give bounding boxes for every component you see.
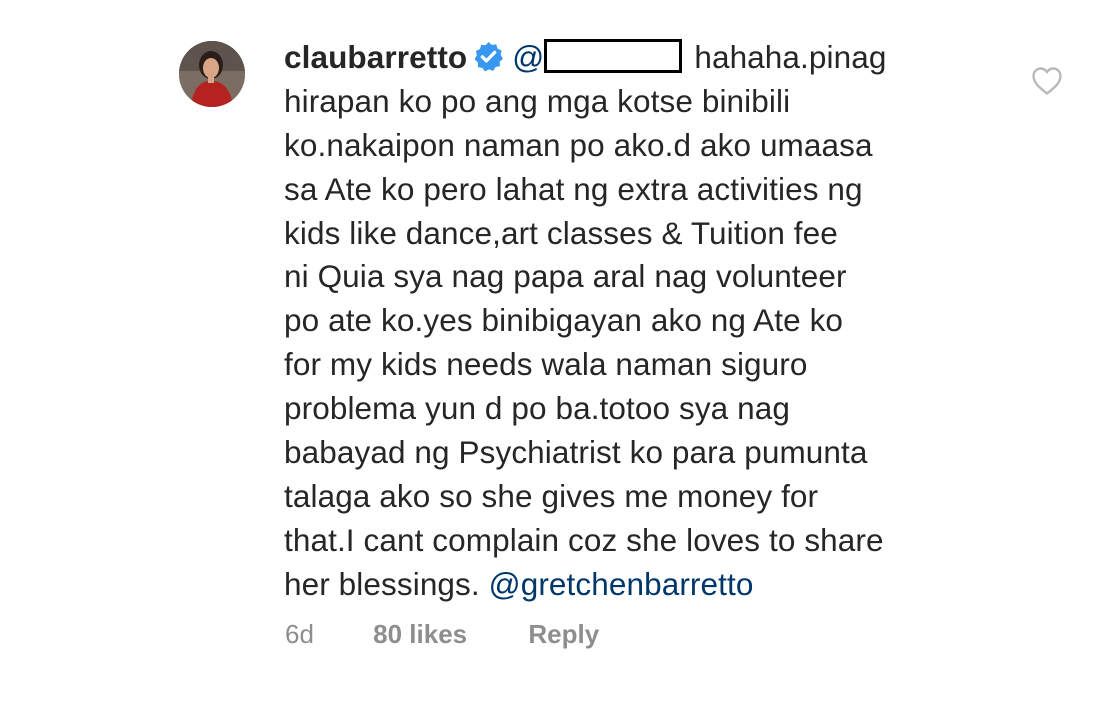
comment-text-line: po ate ko.yes binibigayan ako ng Ate ko <box>284 302 844 339</box>
mention-prefix: @ <box>512 39 545 75</box>
comment-first-line: claubarretto @ hahaha.pinag <box>284 36 1004 80</box>
comment-text-line: babayad ng Psychiatrist ko para pumunta <box>284 434 868 471</box>
redacted-username-box <box>544 39 683 73</box>
comment-text-line: ni Quia sya nag papa aral nag volunteer <box>284 258 847 295</box>
verified-badge-icon <box>474 42 504 72</box>
comment-body: claubarretto @ hahaha.pinag hirapan ko po… <box>284 36 1004 607</box>
comment: claubarretto @ hahaha.pinag hirapan ko po… <box>0 0 1120 709</box>
mention-link[interactable]: @gretchenbarretto <box>489 566 754 602</box>
comment-text-line: sa Ate ko pero lahat ng extra activities… <box>284 170 863 207</box>
comment-text-line: problema yun d po ba.totoo sya nag <box>284 390 791 427</box>
heart-outline-icon[interactable] <box>1031 66 1063 96</box>
reply-button[interactable]: Reply <box>528 619 599 650</box>
comment-username[interactable]: claubarretto <box>284 39 467 75</box>
comment-text-line: ko.nakaipon naman po ako.d ako umaasa <box>284 126 873 163</box>
comment-text-line: hirapan ko po ang mga kotse binibili <box>284 82 791 119</box>
comment-last-line: her blessings. @gretchenbarretto <box>284 563 1004 607</box>
comment-text-line: talaga ako so she gives me money for <box>284 477 819 514</box>
likes-count[interactable]: 80 likes <box>373 619 467 650</box>
comment-text-line: kids like dance,art classes & Tuition fe… <box>284 214 838 251</box>
comment-meta: 6d 80 likes Reply <box>285 619 599 650</box>
comment-text-end: her blessings. <box>284 565 480 602</box>
profile-avatar[interactable] <box>179 41 245 107</box>
comment-text-line: that.I cant complain coz she loves to sh… <box>284 521 884 558</box>
comment-text-line: for my kids needs wala naman siguro <box>284 346 808 383</box>
comment-text-start: hahaha.pinag <box>694 39 887 75</box>
comment-timestamp[interactable]: 6d <box>285 619 314 650</box>
